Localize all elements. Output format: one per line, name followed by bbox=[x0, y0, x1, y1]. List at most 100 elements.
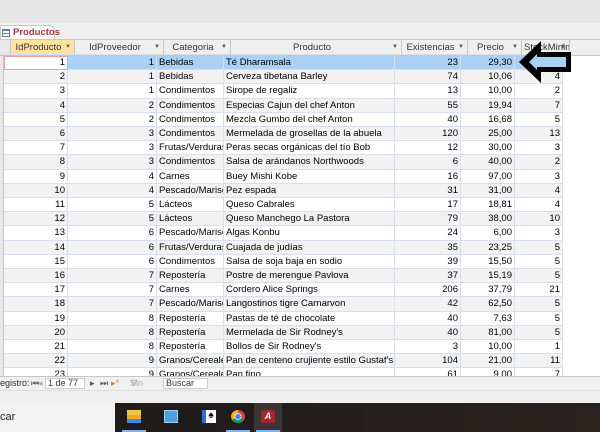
cell[interactable]: 7 bbox=[68, 283, 157, 298]
cell[interactable]: 4 bbox=[68, 169, 157, 184]
cell[interactable]: 2 bbox=[515, 84, 563, 99]
cell[interactable]: 2 bbox=[4, 70, 68, 85]
cell[interactable]: Queso Cabrales bbox=[224, 198, 395, 213]
cell[interactable]: Salsa de arándanos Northwoods bbox=[224, 155, 395, 170]
prev-record-button[interactable]: ◂ bbox=[38, 377, 43, 389]
cell[interactable]: 21 bbox=[4, 340, 68, 355]
cell[interactable]: 35 bbox=[395, 240, 461, 255]
cell[interactable]: 40 bbox=[395, 325, 461, 340]
cell[interactable]: 39 bbox=[395, 254, 461, 269]
table-row[interactable]: 11 5 Lácteos Queso Cabrales 17 18,81 4 bbox=[0, 198, 563, 213]
cell[interactable]: Repostería bbox=[157, 269, 224, 284]
cell[interactable]: Lácteos bbox=[157, 212, 224, 227]
column-header[interactable]: Existencias ▼ bbox=[402, 40, 468, 55]
cell[interactable]: 55 bbox=[395, 98, 461, 113]
table-row[interactable]: 16 7 Repostería Postre de merengue Pavlova 3… bbox=[0, 269, 563, 284]
cell[interactable]: Postre de merengue Pavlova bbox=[224, 269, 395, 284]
cell[interactable]: 9 bbox=[4, 169, 68, 184]
cell[interactable]: Cuajada de judías bbox=[224, 240, 395, 255]
cell[interactable]: 6 bbox=[4, 127, 68, 142]
cell[interactable]: 22 bbox=[4, 354, 68, 369]
cell[interactable]: 10,06 bbox=[461, 70, 515, 85]
cell[interactable]: 17 bbox=[395, 198, 461, 213]
select-all[interactable] bbox=[0, 40, 11, 55]
cell[interactable]: Pescado/Marisco bbox=[157, 183, 224, 198]
cell[interactable]: Carnes bbox=[157, 169, 224, 184]
cell[interactable]: 1 bbox=[4, 56, 68, 71]
cell[interactable]: 62,50 bbox=[461, 297, 515, 312]
cell[interactable]: 8 bbox=[4, 155, 68, 170]
table-row[interactable]: 14 6 Frutas/Verduras Cuajada de judías 35 23,… bbox=[0, 240, 563, 255]
cell[interactable]: 15,19 bbox=[461, 269, 515, 284]
table-row[interactable]: 104Pescado/MariscoPez espada3131,004 bbox=[0, 183, 563, 198]
cell[interactable]: 1 bbox=[515, 340, 563, 355]
cell[interactable]: 23 bbox=[395, 56, 461, 71]
cell[interactable]: 3 bbox=[4, 84, 68, 99]
cell[interactable]: 10 bbox=[515, 212, 563, 227]
cell[interactable]: 79 bbox=[395, 212, 461, 227]
cell[interactable]: Granos/Cereales bbox=[157, 354, 224, 369]
cell[interactable]: 7 bbox=[4, 141, 68, 156]
cell[interactable]: 7 bbox=[68, 297, 157, 312]
table-row[interactable]: 20 8 Repostería Mermelada de Sir Rodney's 40… bbox=[0, 325, 563, 340]
cell[interactable]: 8 bbox=[68, 311, 157, 326]
cell[interactable]: Frutas/Verduras bbox=[157, 141, 224, 156]
cell[interactable]: 13 bbox=[4, 226, 68, 241]
table-row[interactable]: 9 4 Carnes Buey Mishi Kobe 16 97,00 3 bbox=[0, 169, 563, 184]
datasheet[interactable]: IdProducto ▼ IdProveedor ▼ Categoria ▼ Product… bbox=[0, 40, 600, 376]
cell[interactable]: 5 bbox=[68, 198, 157, 213]
table-row[interactable]: 19 8 Repostería Pastas de té de chocolate 40… bbox=[0, 311, 563, 326]
dropdown-arrow-icon[interactable]: ▼ bbox=[458, 40, 464, 54]
cell[interactable]: 8 bbox=[68, 325, 157, 340]
table-row[interactable]: 12 5 Lácteos Queso Manchego La Pastora 79 38,… bbox=[0, 212, 563, 227]
cell[interactable]: 10,00 bbox=[461, 84, 515, 99]
cell[interactable]: 29,30 bbox=[461, 56, 515, 71]
cell[interactable]: 104 bbox=[395, 354, 461, 369]
table-row[interactable]: 3 1 Condimentos Sirope de regaliz 13 10,00 2 bbox=[0, 84, 563, 99]
cell[interactable]: Frutas/Verduras bbox=[157, 240, 224, 255]
cell[interactable]: 16 bbox=[395, 169, 461, 184]
cell[interactable]: Condimentos bbox=[157, 254, 224, 269]
cell[interactable]: 74 bbox=[395, 70, 461, 85]
cell[interactable]: Queso Manchego La Pastora bbox=[224, 212, 395, 227]
cell[interactable]: 61 bbox=[395, 368, 461, 376]
table-row[interactable]: 23 9 Granos/Cereales Pan fino 61 9,00 7 bbox=[0, 368, 563, 376]
cell[interactable]: 10,00 bbox=[461, 340, 515, 355]
dropdown-arrow-icon[interactable]: ▼ bbox=[154, 40, 160, 54]
column-header[interactable]: Categoria ▼ bbox=[164, 40, 231, 55]
windows-search-box[interactable]: car bbox=[0, 403, 115, 432]
column-header[interactable]: Producto ▼ bbox=[231, 40, 402, 55]
cell[interactable]: 18 bbox=[4, 297, 68, 312]
cell[interactable]: 4 bbox=[4, 98, 68, 113]
cell[interactable]: 5 bbox=[515, 112, 563, 127]
cell[interactable]: 2 bbox=[68, 98, 157, 113]
table-row[interactable]: 187Pescado/MariscoLangostinos tigre Carn… bbox=[0, 297, 563, 312]
cell[interactable]: Mermelada de grosellas de la abuela bbox=[224, 127, 395, 142]
table-row[interactable]: 4 2 Condimentos Especias Cajun del chef Ant… bbox=[0, 98, 563, 113]
cell[interactable]: 14 bbox=[4, 240, 68, 255]
cell[interactable]: 37,79 bbox=[461, 283, 515, 298]
cell[interactable]: 4 bbox=[515, 183, 563, 198]
cell[interactable]: 97,00 bbox=[461, 169, 515, 184]
cell[interactable]: 5 bbox=[515, 254, 563, 269]
cell[interactable]: 12 bbox=[395, 141, 461, 156]
cell[interactable]: 21,00 bbox=[461, 354, 515, 369]
cell[interactable]: 3 bbox=[515, 226, 563, 241]
table-row[interactable]: 6 3 Condimentos Mermelada de grosellas de l… bbox=[0, 127, 563, 142]
cell[interactable]: 42 bbox=[395, 297, 461, 312]
cell[interactable]: 31,00 bbox=[461, 183, 515, 198]
cell[interactable]: 11 bbox=[515, 354, 563, 369]
cell[interactable]: 8 bbox=[68, 340, 157, 355]
cell[interactable]: 3 bbox=[68, 127, 157, 142]
cell[interactable]: Repostería bbox=[157, 311, 224, 326]
dropdown-arrow-icon[interactable]: ▼ bbox=[65, 40, 71, 54]
cell[interactable]: Bollos de Sir Rodney's bbox=[224, 340, 395, 355]
cell[interactable]: Pescado/Marisco bbox=[157, 297, 224, 312]
table-row[interactable]: 15 6 Condimentos Salsa de soja baja en sodi… bbox=[0, 254, 563, 269]
cell[interactable]: 18,81 bbox=[461, 198, 515, 213]
cell[interactable]: 10 bbox=[4, 183, 68, 198]
cell[interactable]: Condimentos bbox=[157, 127, 224, 142]
dropdown-arrow-icon[interactable]: ▼ bbox=[221, 40, 227, 54]
last-record-button[interactable]: ⏭ bbox=[100, 377, 108, 389]
cell[interactable]: 5 bbox=[4, 112, 68, 127]
